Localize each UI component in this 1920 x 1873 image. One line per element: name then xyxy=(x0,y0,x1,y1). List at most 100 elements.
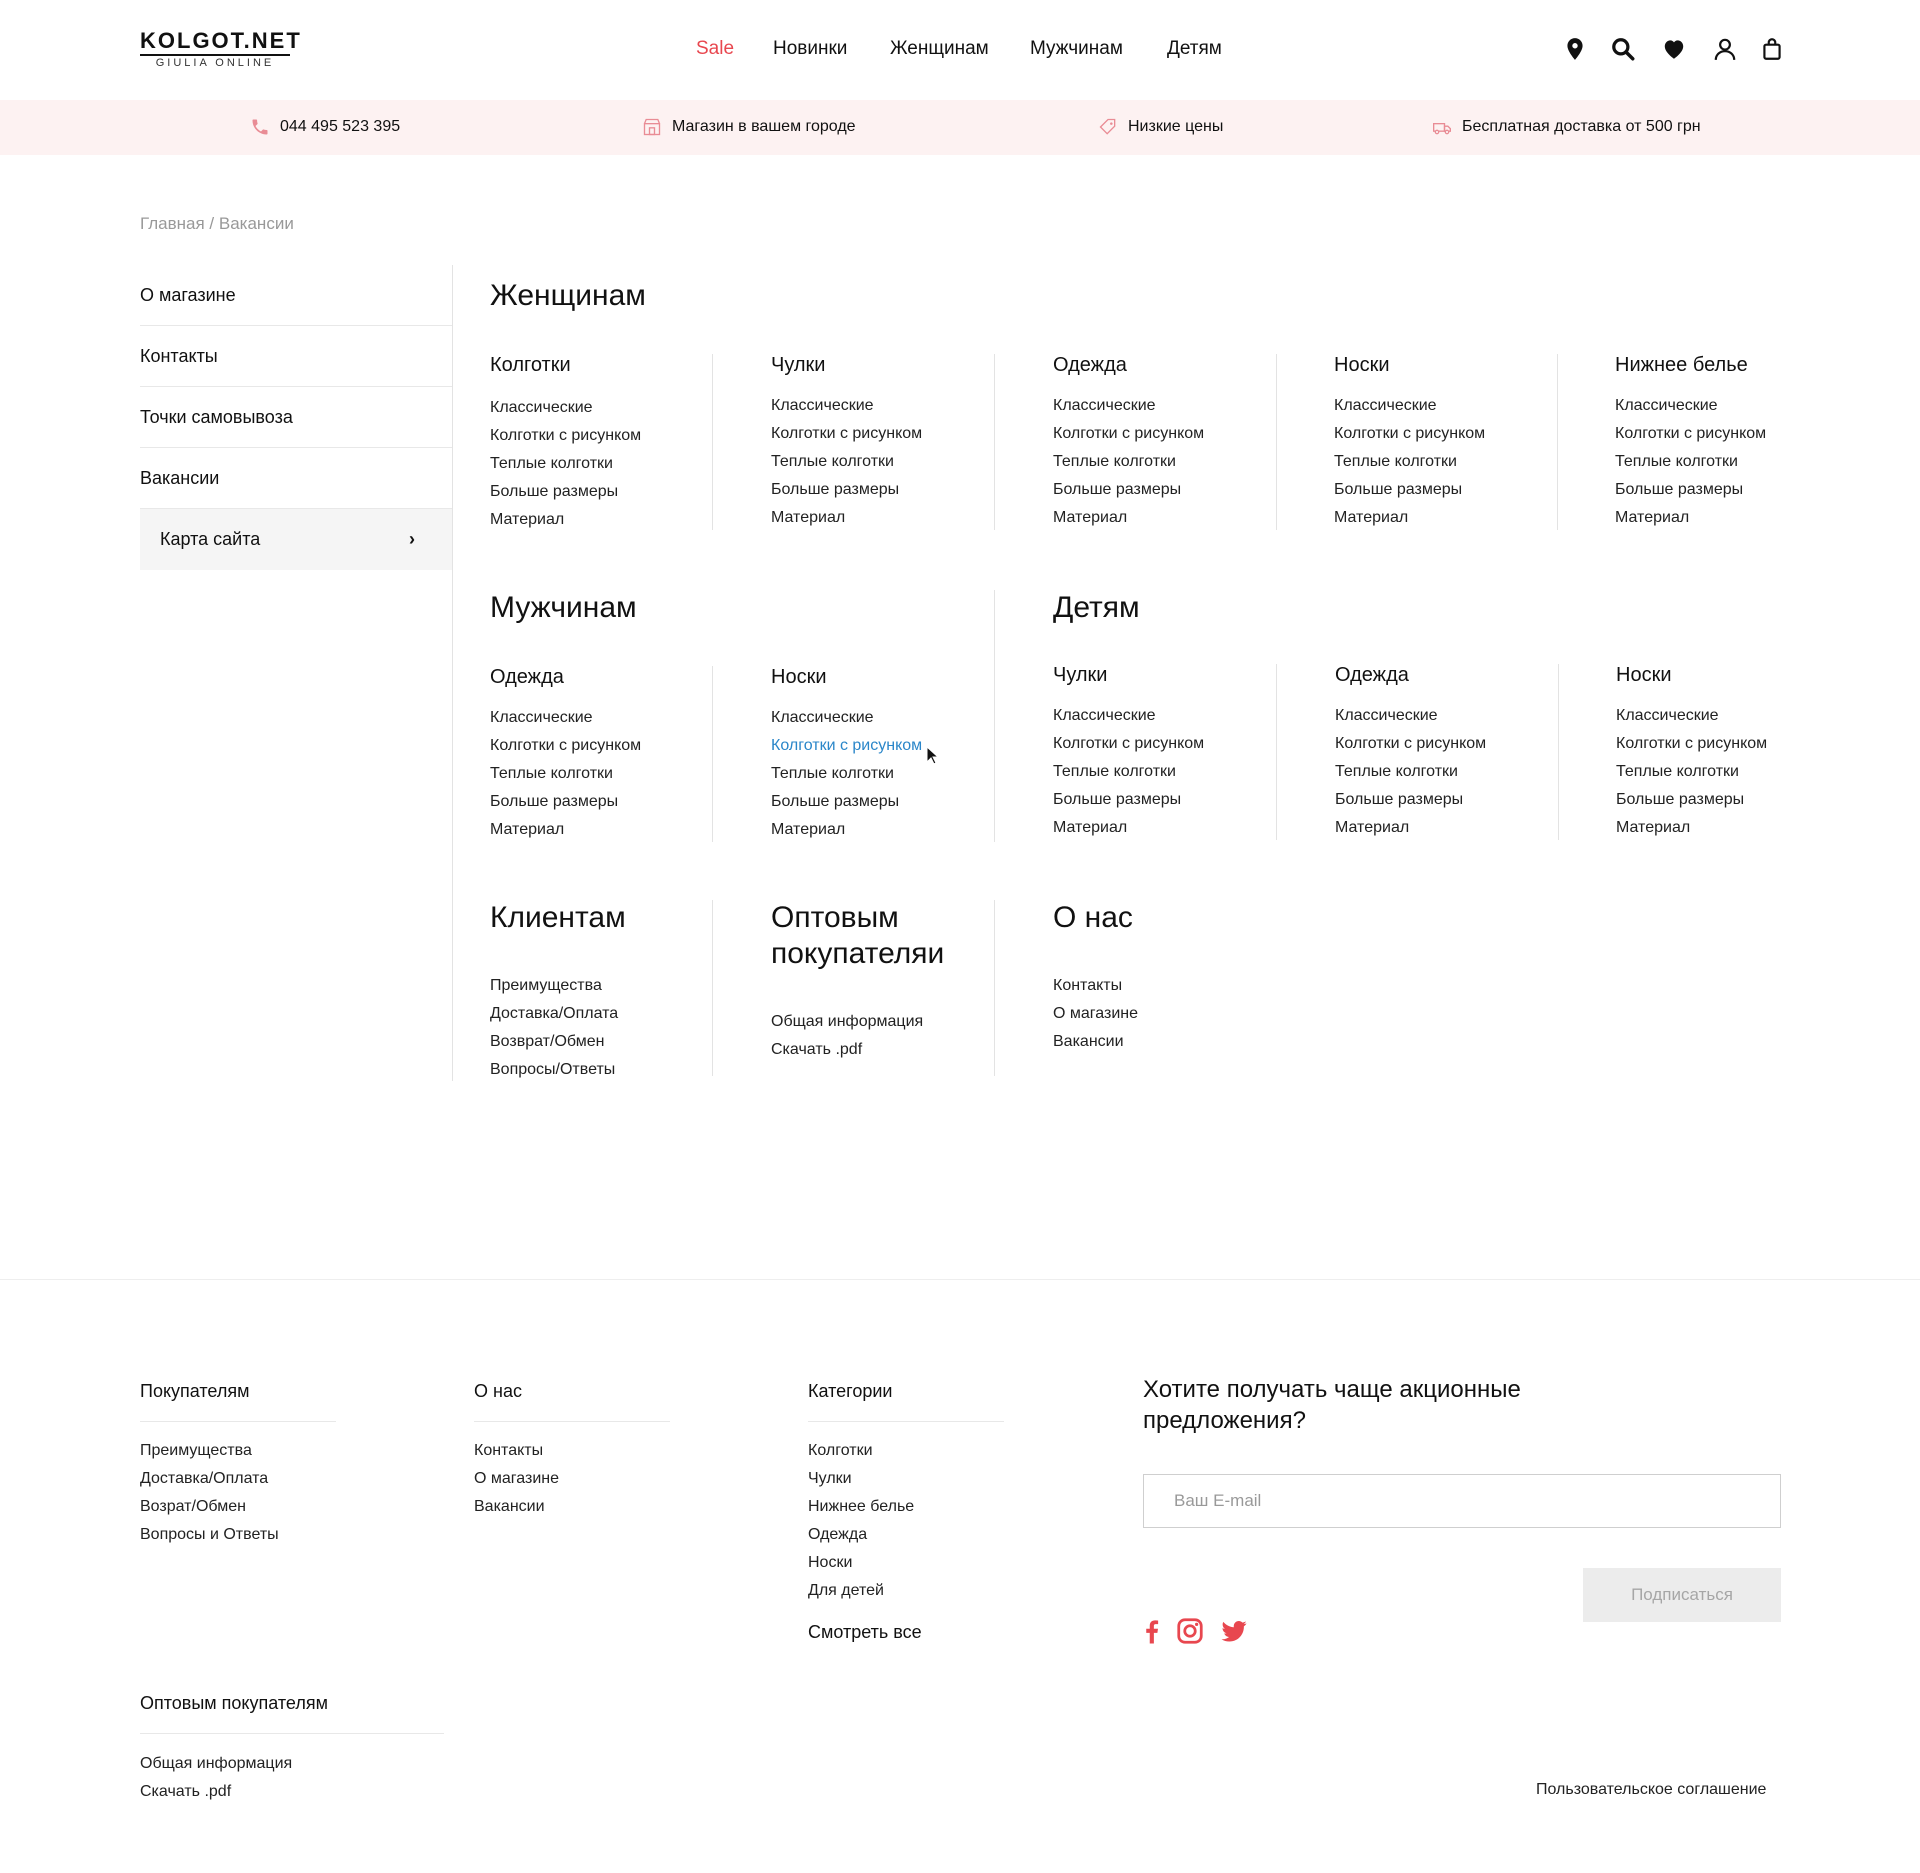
list-item[interactable]: Классические xyxy=(771,392,922,420)
sidebar-item-pickup-points[interactable]: Точки самовывоза xyxy=(140,387,453,448)
section-title-women[interactable]: Женщинам xyxy=(490,278,646,314)
list-item[interactable]: Больше размеры xyxy=(490,788,641,816)
heart-icon[interactable] xyxy=(1661,36,1687,62)
list-item[interactable]: Больше размеры xyxy=(771,788,922,816)
column-title[interactable]: Чулки xyxy=(1053,664,1107,687)
section-title-kids[interactable]: Детям xyxy=(1053,590,1140,626)
nav-new[interactable]: Новинки xyxy=(773,38,847,60)
list-item[interactable]: Теплые колготки xyxy=(490,450,641,478)
list-item[interactable]: Больше размеры xyxy=(1616,786,1767,814)
footer-link[interactable]: Вопросы и Ответы xyxy=(140,1521,279,1549)
list-item[interactable]: Колготки с рисунком xyxy=(771,420,922,448)
list-item[interactable]: Теплые колготки xyxy=(490,760,641,788)
list-item[interactable]: Вакансии xyxy=(1053,1028,1138,1056)
list-item[interactable]: Материал xyxy=(771,504,922,532)
list-item[interactable]: Теплые колготки xyxy=(1335,758,1486,786)
list-item[interactable]: Материал xyxy=(771,816,922,844)
list-item[interactable]: Скачать .pdf xyxy=(771,1036,923,1064)
list-item[interactable]: Материал xyxy=(1615,504,1766,532)
list-item[interactable]: Классические xyxy=(1616,702,1767,730)
bag-icon[interactable] xyxy=(1759,36,1785,62)
column-title[interactable]: Колготки xyxy=(490,354,571,377)
list-item-hovered[interactable]: Колготки с рисунком xyxy=(771,732,922,760)
sidebar-item-contacts[interactable]: Контакты xyxy=(140,326,453,387)
list-item[interactable]: Материал xyxy=(1053,814,1204,842)
footer-link[interactable]: Скачать .pdf xyxy=(140,1778,292,1806)
column-title[interactable]: Одежда xyxy=(490,666,564,689)
list-item[interactable]: Теплые колготки xyxy=(771,448,922,476)
section-title-about[interactable]: О нас xyxy=(1053,900,1133,936)
list-item[interactable]: Колготки с рисунком xyxy=(1053,420,1204,448)
list-item[interactable]: Колготки с рисунком xyxy=(1615,420,1766,448)
user-icon[interactable] xyxy=(1712,36,1738,62)
list-item[interactable]: Теплые колготки xyxy=(1616,758,1767,786)
list-item[interactable]: Материал xyxy=(490,506,641,534)
list-item[interactable]: Теплые колготки xyxy=(771,760,922,788)
twitter-icon[interactable] xyxy=(1219,1616,1249,1646)
list-item[interactable]: Больше размеры xyxy=(1334,476,1485,504)
column-title[interactable]: Чулки xyxy=(771,354,825,377)
logo[interactable]: KOLGOT.NET GIULIA ONLINE xyxy=(140,30,300,69)
sidebar-item-sitemap[interactable]: Карта сайта › xyxy=(140,509,453,570)
list-item[interactable]: Больше размеры xyxy=(771,476,922,504)
info-delivery[interactable]: Бесплатная доставка от 500 грн xyxy=(1432,117,1701,137)
see-all-link[interactable]: Смотреть все xyxy=(808,1622,922,1643)
list-item[interactable]: Больше размеры xyxy=(1335,786,1486,814)
footer-link[interactable]: Общая информация xyxy=(140,1750,292,1778)
section-title-clients[interactable]: Клиентам xyxy=(490,900,626,936)
list-item[interactable]: Теплые колготки xyxy=(1334,448,1485,476)
list-item[interactable]: Материал xyxy=(1334,504,1485,532)
instagram-icon[interactable] xyxy=(1175,1616,1205,1646)
section-title-wholesale[interactable]: Оптовым покупателяи xyxy=(771,900,944,972)
facebook-icon[interactable] xyxy=(1137,1616,1167,1646)
list-item[interactable]: Больше размеры xyxy=(1053,786,1204,814)
list-item[interactable]: Колготки с рисунком xyxy=(490,732,641,760)
terms-link[interactable]: Пользовательское соглашение xyxy=(1536,1781,1766,1799)
column-title[interactable]: Одежда xyxy=(1053,354,1127,377)
email-field[interactable]: Ваш E-mail xyxy=(1143,1474,1781,1528)
footer-link[interactable]: Для детей xyxy=(808,1577,914,1605)
list-item[interactable]: Колготки с рисунком xyxy=(1335,730,1486,758)
footer-link[interactable]: Носки xyxy=(808,1549,914,1577)
sidebar-item-about-store[interactable]: О магазине xyxy=(140,265,453,326)
column-title[interactable]: Носки xyxy=(771,666,827,689)
search-icon[interactable] xyxy=(1610,36,1636,62)
list-item[interactable]: Классические xyxy=(1053,702,1204,730)
list-item[interactable]: Больше размеры xyxy=(1615,476,1766,504)
list-item[interactable]: Классические xyxy=(490,704,641,732)
list-item[interactable]: Колготки с рисунком xyxy=(490,422,641,450)
list-item[interactable]: Контакты xyxy=(1053,972,1138,1000)
column-title[interactable]: Носки xyxy=(1334,354,1390,377)
list-item[interactable]: Классические xyxy=(1615,392,1766,420)
list-item[interactable]: Вопросы/Ответы xyxy=(490,1056,618,1084)
list-item[interactable]: Больше размеры xyxy=(1053,476,1204,504)
list-item[interactable]: Преимущества xyxy=(490,972,618,1000)
footer-link[interactable]: О магазине xyxy=(474,1465,559,1493)
list-item[interactable]: Классические xyxy=(1053,392,1204,420)
list-item[interactable]: Возврат/Обмен xyxy=(490,1028,618,1056)
column-title[interactable]: Носки xyxy=(1616,664,1672,687)
footer-link[interactable]: Возрат/Обмен xyxy=(140,1493,279,1521)
list-item[interactable]: Материал xyxy=(490,816,641,844)
list-item[interactable]: Доставка/Оплата xyxy=(490,1000,618,1028)
nav-women[interactable]: Женщинам xyxy=(890,38,989,60)
footer-link[interactable]: Вакансии xyxy=(474,1493,559,1521)
list-item[interactable]: Колготки с рисунком xyxy=(1053,730,1204,758)
nav-men[interactable]: Мужчинам xyxy=(1030,38,1123,60)
list-item[interactable]: Классические xyxy=(771,704,922,732)
list-item[interactable]: Теплые колготки xyxy=(1053,758,1204,786)
sidebar-item-vacancies[interactable]: Вакансии xyxy=(140,448,453,509)
footer-link[interactable]: Доставка/Оплата xyxy=(140,1465,279,1493)
location-icon[interactable] xyxy=(1562,36,1588,62)
subscribe-button[interactable]: Подписаться xyxy=(1583,1568,1781,1622)
list-item[interactable]: Классические xyxy=(1335,702,1486,730)
footer-link[interactable]: Одежда xyxy=(808,1521,914,1549)
nav-sale[interactable]: Sale xyxy=(696,38,734,60)
list-item[interactable]: Больше размеры xyxy=(490,478,641,506)
list-item[interactable]: Материал xyxy=(1335,814,1486,842)
info-phone[interactable]: 044 495 523 395 xyxy=(250,117,400,137)
footer-link[interactable]: Чулки xyxy=(808,1465,914,1493)
list-item[interactable]: О магазине xyxy=(1053,1000,1138,1028)
footer-link[interactable]: Колготки xyxy=(808,1437,914,1465)
footer-link[interactable]: Нижнее белье xyxy=(808,1493,914,1521)
